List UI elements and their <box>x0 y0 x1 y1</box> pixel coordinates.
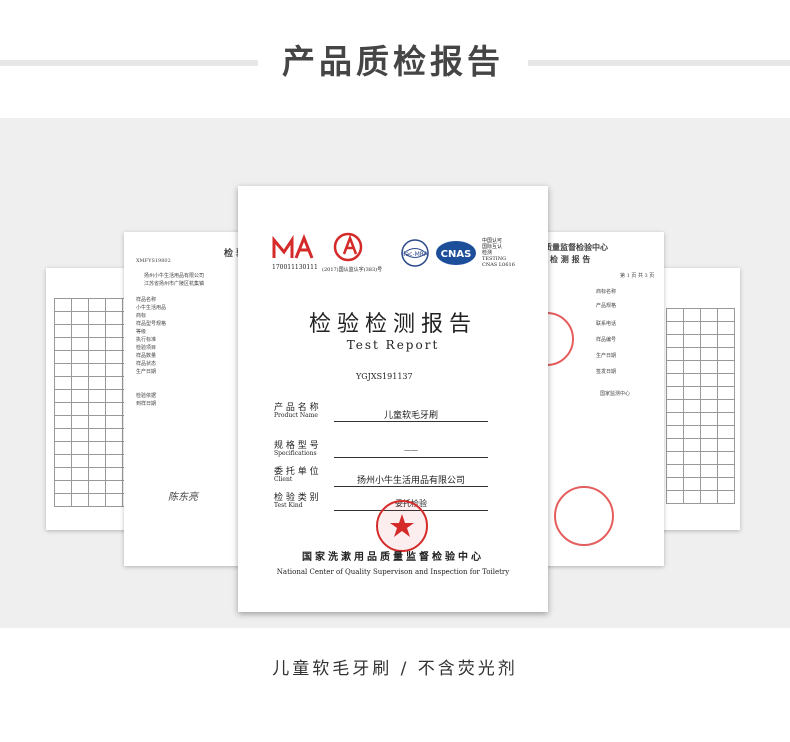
cma-logo-icon <box>272 234 314 259</box>
field-underline <box>334 421 488 422</box>
field-value: —— <box>404 446 418 454</box>
left-line: 商标 <box>136 313 147 319</box>
report-page-right: 质量监督检验中心 检 测 报 告 第 1 页 共 3 页 商标名称 产品规格 联… <box>540 232 664 566</box>
left-line: 样品状态 <box>136 361 157 367</box>
left-line: 检验项目 <box>136 345 157 351</box>
ilac-logo-icon: ilac-MRA <box>401 239 429 267</box>
field-label-en: Test Kind <box>274 502 303 509</box>
left-line: 扬州小牛生活用品有限公司 <box>144 273 205 279</box>
right-line: 产品规格 <box>596 303 617 309</box>
report-page-far-right <box>658 268 740 530</box>
right-report-title: 质量监督检验中心 <box>544 242 608 252</box>
cal-number: (2017)国认监认字(383)号 <box>322 267 383 273</box>
left-line: 执行标准 <box>136 337 157 343</box>
left-line: 检验依据 <box>136 393 157 399</box>
left-line: 到样日期 <box>136 401 157 407</box>
cnas-text: 中国认可 国际互认 检测 TESTING CNAS L0616 <box>482 238 515 268</box>
org-name-en: National Center of Quality Supervison an… <box>276 568 510 576</box>
right-line: 生产日期 <box>596 353 617 359</box>
official-stamp-icon <box>376 500 428 552</box>
field-underline <box>334 486 488 487</box>
left-signature: 陈东亮 <box>168 492 198 503</box>
header-band: 产品质检报告 <box>0 0 790 118</box>
report-table <box>666 308 735 504</box>
cal-logo-icon <box>333 232 363 262</box>
page-title: 产品质检报告 <box>282 42 504 81</box>
field-label-en: Specifications <box>274 450 317 457</box>
left-report-no: XMFYS19802 <box>136 258 171 264</box>
field-label-en: Client <box>274 476 293 483</box>
report-title-cn: 检验检测报告 <box>308 312 477 337</box>
right-line: 签发日期 <box>596 369 617 375</box>
left-line: 样品型号规格 <box>136 321 167 327</box>
right-line: 联系电话 <box>596 321 617 327</box>
report-page-main: 170011130111 (2017)国认监认字(383)号 ilac-MRA … <box>238 186 548 612</box>
left-line: 小牛生活用品 <box>136 305 167 311</box>
left-line: 生产日期 <box>136 369 157 375</box>
cnas-logo-icon: CNAS <box>436 241 476 265</box>
field-label-en: Product Name <box>274 412 318 419</box>
field-underline <box>334 457 488 458</box>
left-line: 样品名称 <box>136 297 157 303</box>
product-caption: 儿童软毛牙刷 / 不含荧光剂 <box>272 659 518 679</box>
right-report-page: 第 1 页 共 3 页 <box>620 273 655 279</box>
report-title-en: Test Report <box>346 338 440 352</box>
right-line: 国家监测中心 <box>600 391 631 397</box>
left-line: 江苏省扬州市广陵区杭集镇 <box>144 281 205 287</box>
svg-text:CNAS: CNAS <box>441 249 472 260</box>
right-line: 商标名称 <box>596 289 617 295</box>
right-line: 样品编号 <box>596 337 617 343</box>
title-divider-right <box>528 60 790 66</box>
field-value: 扬州小牛生活用品有限公司 <box>356 476 465 486</box>
svg-text:ilac-MRA: ilac-MRA <box>402 251 429 258</box>
right-report-subtitle: 检 测 报 告 <box>550 254 591 264</box>
left-line: 样品数量 <box>136 353 157 359</box>
field-value: 儿童软毛牙刷 <box>383 411 438 421</box>
report-number: YGJXS191137 <box>356 372 413 381</box>
stamp-icon <box>554 486 614 546</box>
org-name-cn: 国家洗漱用品质量监督检验中心 <box>302 552 484 563</box>
report-page-left: 检 验 XMFYS19802 扬州小牛生活用品有限公司 江苏省扬州市广陵区杭集镇… <box>124 232 248 566</box>
cnas-line: CNAS L0616 <box>482 262 515 268</box>
cma-number: 170011130111 <box>272 264 318 271</box>
left-line: 等级 <box>136 329 147 335</box>
title-divider-left <box>0 60 258 66</box>
